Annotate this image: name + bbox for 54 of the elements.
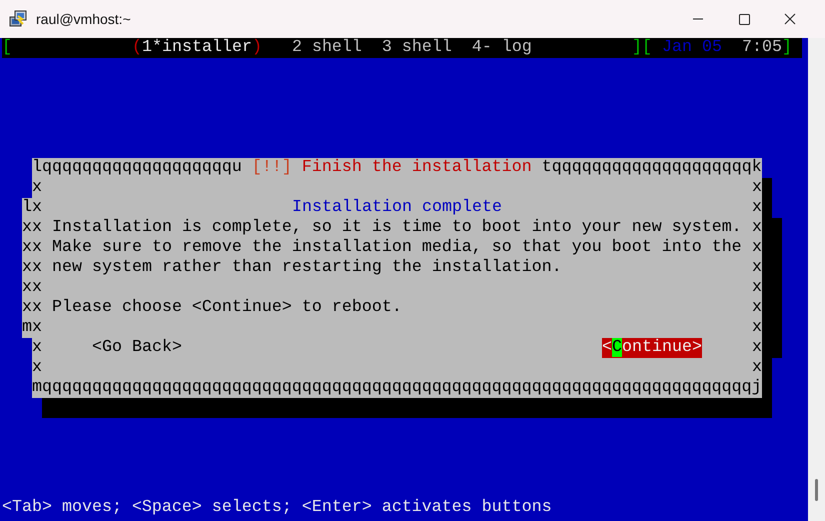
dialog-border: x — [32, 258, 42, 278]
dialog-border: x — [32, 318, 42, 338]
dialog-border: x — [32, 278, 42, 298]
dialog-title: Finish the installation — [302, 158, 532, 178]
dialog-border: x — [752, 258, 762, 278]
dialog-border: x — [752, 338, 762, 358]
dialog-border: x — [22, 298, 32, 318]
window-label: 3 shell — [382, 38, 452, 58]
dialog-border: m — [22, 318, 32, 338]
message-text: new system rather than restarting the installation. — [52, 258, 562, 278]
dialog-border: x — [752, 218, 762, 238]
date: Jan 05 — [662, 38, 722, 58]
dialog-border: x — [752, 358, 762, 378]
window-label: 2 shell — [292, 38, 362, 58]
dialog-border: x — [752, 198, 762, 218]
continue-button[interactable]: <Continue> — [602, 338, 702, 358]
dialog-border: x — [752, 238, 762, 258]
dialog-border: x — [752, 298, 762, 318]
dialog-border: x — [22, 238, 32, 258]
message-text: Please choose <Continue> to reboot. — [52, 298, 402, 318]
message-text: Make sure to remove the installation media, so that you boot into the — [52, 238, 742, 258]
dialog-border: x — [32, 298, 42, 318]
dialog-border: lqqqqqqqqqqqqqqqqqqqu — [32, 158, 242, 178]
dialog-border: x — [752, 318, 762, 338]
help-line: <Tab> moves; <Space> selects; <Enter> activates buttons — [2, 498, 552, 518]
window-label: (1*installer) — [132, 38, 262, 58]
dialog-border: mqqqqqqqqqqqqqqqqqqqqqqqqqqqqqqqqqqqqqqqqqqqqqqqqqqqqqqqqqqqqqqqqqqqqqqqj — [32, 378, 762, 398]
time: 7:05 — [742, 38, 782, 58]
window-title: raul@vmhost:~ — [36, 10, 131, 28]
warning-mark: [!!] — [252, 158, 292, 178]
window-label: 4- log — [472, 38, 532, 58]
dialog-border: tqqqqqqqqqqqqqqqqqqqqk — [542, 158, 762, 178]
dialog-border: x — [32, 338, 42, 358]
dialog-border: x — [32, 178, 42, 198]
bracket: ] — [632, 38, 642, 58]
dialog-border: x — [22, 258, 32, 278]
computer-icon — [9, 10, 27, 28]
bracket: [ — [642, 38, 652, 58]
go-back-button[interactable]: <Go Back> — [92, 338, 182, 358]
scrollbar-thumb[interactable] — [815, 479, 818, 501]
dialog-border: x — [32, 238, 42, 258]
bracket: [ — [2, 38, 12, 58]
dialog-border: x — [32, 358, 42, 378]
message-text: Installation is complete, so it is time to boot into your new system. — [52, 218, 742, 238]
dialog-border: x — [752, 278, 762, 298]
dialog-border: x — [752, 178, 762, 198]
scrollbar[interactable] — [808, 38, 825, 521]
dialog-border: l — [22, 198, 32, 218]
dialog-border: x — [32, 198, 42, 218]
dialog-heading: Installation complete — [292, 198, 502, 218]
dialog-border: x — [32, 218, 42, 238]
dialog-border: x — [22, 278, 32, 298]
dialog-border: x — [22, 218, 32, 238]
bracket: ] — [782, 38, 792, 58]
